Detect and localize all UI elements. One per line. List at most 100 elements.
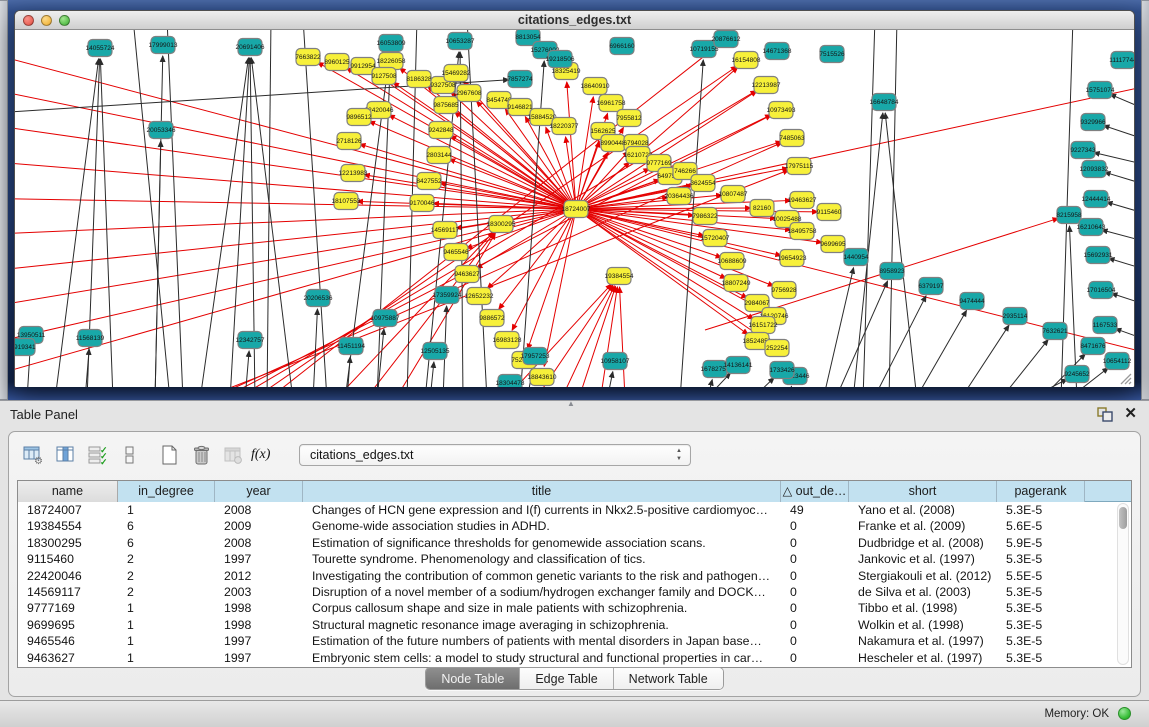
graph-node[interactable]: 9242848 <box>428 122 454 139</box>
graph-node[interactable]: 6966160 <box>609 38 635 55</box>
graph-node[interactable]: 9474444 <box>959 293 985 310</box>
table-cell[interactable]: Structural magnetic resonance image aver… <box>303 617 781 633</box>
table-row[interactable]: 1456911722003Disruption of a novel membe… <box>18 584 1131 600</box>
graph-node[interactable]: 18807249 <box>722 275 751 292</box>
graph-node[interactable]: 7515526 <box>819 46 845 63</box>
graph-node[interactable]: 9245652 <box>1064 366 1090 383</box>
graph-node[interactable]: 8960125 <box>324 54 350 71</box>
graph-node[interactable]: 9756928 <box>771 282 797 299</box>
graph-node[interactable]: 11451194 <box>337 338 365 355</box>
column-header-out-degree[interactable]: △ out_de… <box>781 481 849 502</box>
table-settings-button[interactable]: ⚙ <box>19 442 49 468</box>
graph-node[interactable]: 8471676 <box>1080 338 1106 355</box>
column-header-name[interactable]: name <box>18 481 118 502</box>
window-resize-grip[interactable] <box>1118 371 1132 385</box>
graph-node[interactable]: 2967608 <box>456 85 482 102</box>
table-cell[interactable]: 9777169 <box>18 600 118 616</box>
graph-node[interactable]: 9170046 <box>409 195 435 212</box>
table-cell[interactable]: Tibbo et al. (1998) <box>849 600 997 616</box>
graph-node[interactable]: 16983128 <box>493 332 522 349</box>
graph-node[interactable]: 8215958 <box>1056 207 1082 224</box>
table-cell[interactable]: 0 <box>781 568 849 584</box>
select-rows-button[interactable]: ✓✓✓ <box>83 442 113 468</box>
column-header-in-degree[interactable]: in_degree <box>118 481 215 502</box>
graph-node[interactable]: 10973493 <box>767 102 796 119</box>
table-cell[interactable]: 5.3E-5 <box>997 633 1085 649</box>
table-cell[interactable]: Investigating the contribution of common… <box>303 568 781 584</box>
table-row[interactable]: 1872400712008Changes of HCN gene express… <box>18 502 1131 518</box>
table-cell[interactable]: Embryonic stem cells: a model to study s… <box>303 650 781 666</box>
table-row[interactable]: 946554611997Estimation of the future num… <box>18 633 1131 649</box>
graph-node[interactable]: 14136141 <box>724 357 753 374</box>
table-cell[interactable]: 9699695 <box>18 617 118 633</box>
table-cell[interactable]: 22420046 <box>18 568 118 584</box>
table-scrollbar[interactable] <box>1117 503 1129 665</box>
table-cell[interactable]: 9465546 <box>18 633 118 649</box>
table-row[interactable]: 911546021997Tourette syndrome. Phenomeno… <box>18 551 1131 567</box>
graph-node[interactable]: 3624554 <box>690 175 716 192</box>
table-cell[interactable]: 2009 <box>215 518 303 534</box>
table-cell[interactable]: 5.9E-5 <box>997 535 1085 551</box>
graph-node[interactable]: 9699695 <box>820 236 846 253</box>
table-cell[interactable]: 1 <box>118 617 215 633</box>
table-cell[interactable]: de Silva et al. (2003) <box>849 584 997 600</box>
graph-node[interactable]: 8186328 <box>406 71 432 88</box>
table-cell[interactable]: 49 <box>781 502 849 518</box>
graph-node[interactable]: 20691406 <box>236 39 265 56</box>
table-row[interactable]: 1938455462009Genome-wide association stu… <box>18 518 1131 534</box>
table-cell[interactable]: 0 <box>781 584 849 600</box>
table-cell[interactable]: 0 <box>781 518 849 534</box>
graph-node[interactable]: 8958923 <box>879 263 905 280</box>
graph-node[interactable]: 18107553 <box>332 193 361 210</box>
graph-node[interactable]: 19654923 <box>778 250 807 267</box>
table-cell[interactable]: 9463627 <box>18 650 118 666</box>
table-cell[interactable]: Changes of HCN gene expression and I(f) … <box>303 502 781 518</box>
table-cell[interactable]: 0 <box>781 600 849 616</box>
table-row[interactable]: 1830029562008Estimation of significance … <box>18 535 1131 551</box>
graph-node[interactable]: 8427552 <box>416 173 442 190</box>
graph-node[interactable]: 7857274 <box>507 71 533 88</box>
graph-node[interactable]: 12444414 <box>1082 191 1111 208</box>
table-cell[interactable]: 5.3E-5 <box>997 600 1085 616</box>
network-canvas[interactable]: 1872400776638228960125991295418226058912… <box>15 30 1134 387</box>
table-cell[interactable]: 6 <box>118 535 215 551</box>
graph-node[interactable]: 9875685 <box>433 97 459 114</box>
table-cell[interactable]: 1997 <box>215 551 303 567</box>
left-panel-splitter[interactable] <box>0 0 8 400</box>
graph-node[interactable]: 10688609 <box>718 253 747 270</box>
graph-node[interactable]: 10653287 <box>446 33 475 50</box>
tab-network-table[interactable]: Network Table <box>614 668 723 689</box>
table-cell[interactable]: 2008 <box>215 502 303 518</box>
graph-node[interactable]: 10958107 <box>601 353 630 370</box>
graph-node[interactable]: 17957253 <box>521 348 550 365</box>
table-cell[interactable]: Corpus callosum shape and size in male p… <box>303 600 781 616</box>
graph-node[interactable]: 16053809 <box>377 35 406 52</box>
graph-node[interactable]: 16210643 <box>1077 219 1106 236</box>
table-cell[interactable]: 18300295 <box>18 535 118 551</box>
table-source-select[interactable]: citations_edges.txt ▲▼ <box>299 444 691 466</box>
graph-node[interactable]: 17016504 <box>1087 282 1116 299</box>
table-cell[interactable]: 5.3E-5 <box>997 551 1085 567</box>
graph-node[interactable]: 9463627 <box>454 266 480 283</box>
graph-node[interactable]: 16151722 <box>749 317 778 334</box>
graph-node[interactable]: 18220377 <box>550 118 579 135</box>
graph-node[interactable]: 9329966 <box>1080 114 1106 131</box>
right-panel-splitter[interactable] <box>1141 0 1149 400</box>
graph-node[interactable]: 15469282 <box>442 65 471 82</box>
graph-node[interactable]: 12505135 <box>421 343 450 360</box>
graph-node[interactable]: 18300295 <box>487 216 516 233</box>
graph-node[interactable]: 2718126 <box>336 133 362 150</box>
graph-node[interactable]: 16648784 <box>870 94 899 111</box>
graph-node[interactable]: 9886572 <box>479 310 505 327</box>
column-header-pagerank[interactable]: pagerank <box>997 481 1085 502</box>
table-cell[interactable]: 0 <box>781 617 849 633</box>
table-cell[interactable]: 14569117 <box>18 584 118 600</box>
table-row[interactable]: 969969511998Structural magnetic resonanc… <box>18 617 1131 633</box>
float-panel-icon[interactable] <box>1097 407 1113 422</box>
table-cell[interactable]: Jankovic et al. (1997) <box>849 551 997 567</box>
table-cell[interactable]: 2 <box>118 584 215 600</box>
panel-splitter-grip[interactable]: ▲ <box>567 399 575 408</box>
table-cell[interactable]: 5.5E-5 <box>997 568 1085 584</box>
graph-node[interactable]: 17999013 <box>149 37 178 54</box>
graph-node[interactable]: 9115460 <box>817 204 842 221</box>
